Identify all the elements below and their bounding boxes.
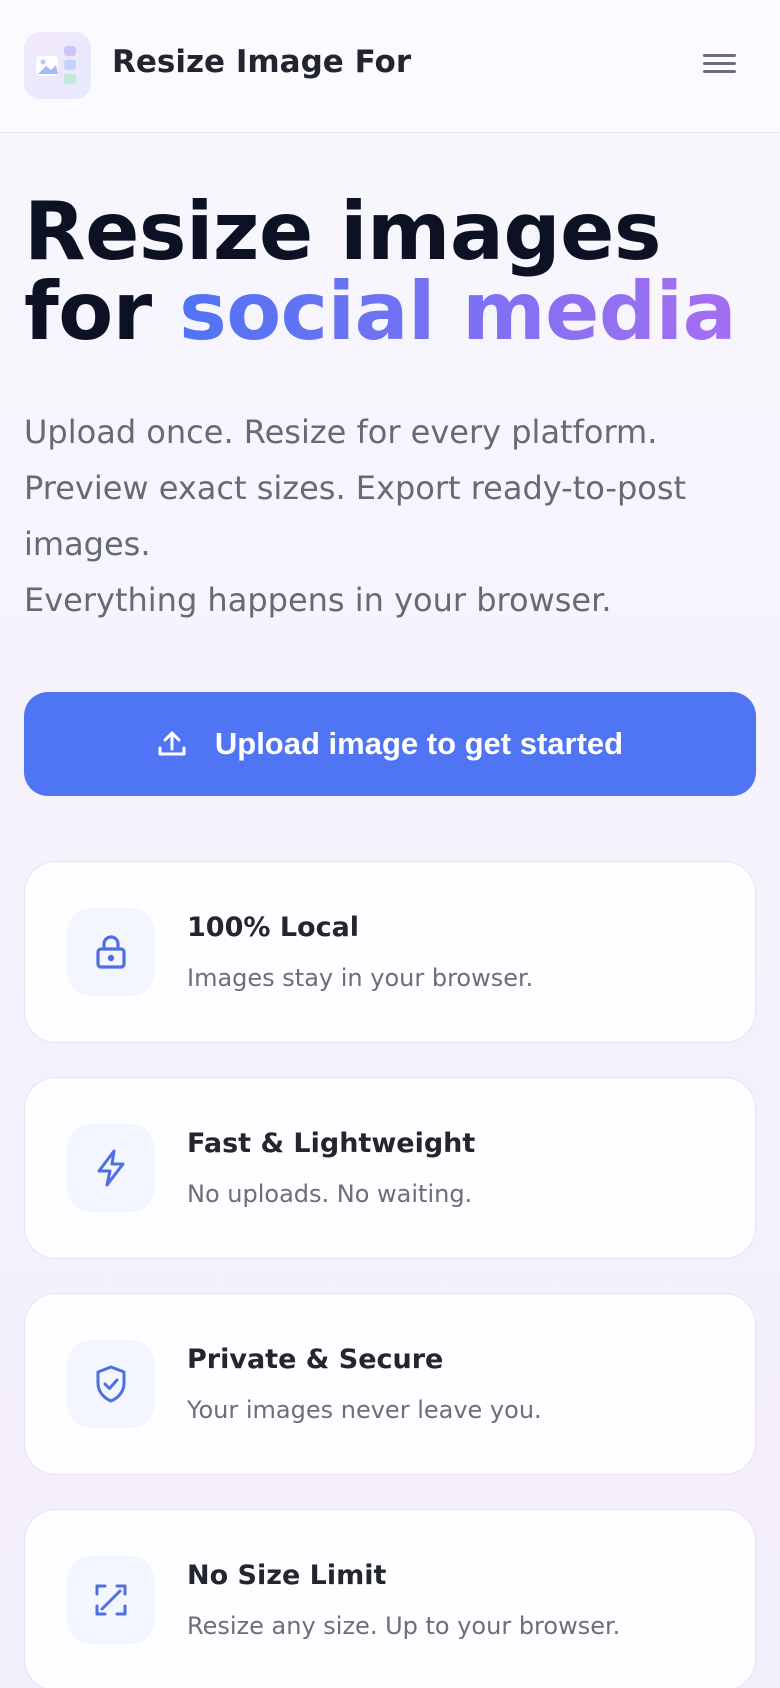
feature-title: Fast & Lightweight bbox=[187, 1128, 476, 1159]
subtitle-line-1: Upload once. Resize for every platform. bbox=[24, 413, 658, 451]
feature-description: No uploads. No waiting. bbox=[187, 1180, 473, 1208]
hero-title: Resize images for social media bbox=[24, 192, 764, 352]
feature-icon-box bbox=[67, 1124, 155, 1212]
lock-icon bbox=[96, 935, 126, 969]
upload-button-label: Upload image to get started bbox=[214, 726, 624, 761]
feature-icon-box bbox=[67, 1556, 155, 1644]
shield-check-icon bbox=[96, 1365, 126, 1403]
feature-title: No Size Limit bbox=[187, 1560, 387, 1591]
lightning-icon bbox=[97, 1149, 125, 1187]
feature-card-nosize: No Size Limit Resize any size. Up to you… bbox=[24, 1509, 756, 1688]
menu-button[interactable] bbox=[700, 50, 740, 82]
hero-title-prefix: for bbox=[24, 265, 180, 358]
hamburger-menu-icon bbox=[703, 54, 736, 57]
upload-image-button[interactable]: Upload image to get started bbox=[24, 692, 756, 796]
feature-description: Images stay in your browser. bbox=[187, 964, 534, 992]
brand-name[interactable]: Resize Image For bbox=[112, 44, 411, 80]
feature-icon-box bbox=[67, 1340, 155, 1428]
app-logo[interactable] bbox=[24, 32, 91, 99]
hero-title-highlight: social media bbox=[179, 265, 737, 358]
feature-card-local: 100% Local Images stay in your browser. bbox=[24, 861, 756, 1043]
upload-icon bbox=[157, 729, 187, 759]
feature-icon-box bbox=[67, 908, 155, 996]
feature-title: Private & Secure bbox=[187, 1344, 444, 1375]
feature-description: Your images never leave you. bbox=[187, 1396, 542, 1424]
hero-subtitle: Upload once. Resize for every platform. … bbox=[24, 404, 744, 628]
subtitle-line-2: Preview exact sizes. Export ready-to-pos… bbox=[24, 469, 687, 563]
expand-arrows-icon bbox=[95, 1584, 127, 1616]
subtitle-line-3: Everything happens in your browser. bbox=[24, 581, 612, 619]
feature-card-private: Private & Secure Your images never leave… bbox=[24, 1293, 756, 1475]
feature-description: Resize any size. Up to your browser. bbox=[187, 1612, 621, 1640]
feature-card-fast: Fast & Lightweight No uploads. No waitin… bbox=[24, 1077, 756, 1259]
feature-title: 100% Local bbox=[187, 912, 360, 943]
app-header: Resize Image For bbox=[0, 0, 780, 133]
image-layout-icon bbox=[36, 46, 76, 84]
